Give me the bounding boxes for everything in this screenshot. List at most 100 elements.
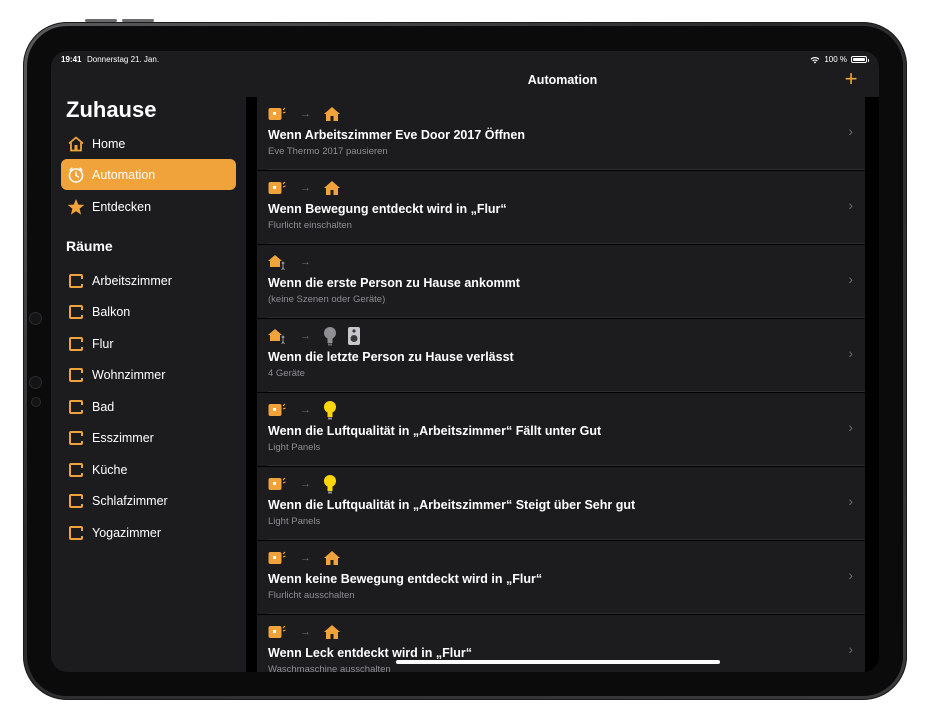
sidebar-item-label: Arbeitszimmer — [92, 273, 172, 288]
row-separator — [268, 317, 865, 318]
automation-subtitle: Light Panels — [268, 516, 321, 527]
arrow-right-icon: → — [300, 256, 311, 268]
automation-subtitle: Flurlicht ausschalten — [268, 590, 355, 601]
automation-row[interactable]: → Wenn die Luftqualität in „Arbeitszimme… — [257, 467, 865, 540]
star-icon — [66, 197, 86, 217]
automation-title: Wenn keine Bewegung entdeckt wird in „Fl… — [268, 572, 543, 586]
sidebar-room-item[interactable]: Bad — [61, 391, 236, 422]
chevron-right-icon: › — [848, 641, 853, 657]
automation-row[interactable]: → Wenn die letzte Person zu Hause verläs… — [257, 319, 865, 392]
automation-row[interactable]: → Wenn Arbeitszimmer Eve Door 2017 Öffne… — [257, 97, 865, 170]
add-automation-button[interactable]: + — [841, 68, 861, 90]
chevron-right-icon: › — [848, 197, 853, 213]
room-icon — [66, 460, 86, 480]
room-icon — [66, 397, 86, 417]
automation-title: Wenn die Luftqualität in „Arbeitszimmer“… — [268, 498, 636, 512]
sidebar-title: Zuhause — [66, 97, 157, 122]
door-sensor-icon — [268, 107, 286, 120]
arrow-right-icon: → — [300, 108, 311, 120]
chevron-right-icon: › — [848, 345, 853, 361]
automation-title: Wenn die letzte Person zu Hause verlässt — [268, 350, 514, 364]
automation-subtitle: Eve Thermo 2017 pausieren — [268, 146, 388, 157]
sidebar-item-label: Wohnzimmer — [92, 367, 166, 382]
status-bar: 19:41 Donnerstag 21. Jan. 100 % — [51, 51, 879, 67]
arrow-right-icon: → — [300, 552, 311, 564]
row-separator — [268, 391, 865, 392]
automation-subtitle: Waschmaschine ausschalten — [268, 664, 391, 672]
sensor-dot — [32, 398, 40, 406]
arrow-right-icon: → — [300, 404, 311, 416]
automation-title: Wenn Leck entdeckt wird in „Flur“ — [268, 646, 472, 660]
row-separator — [268, 613, 865, 614]
motion-sensor-icon — [268, 551, 286, 564]
sidebar-room-item[interactable]: Schlafzimmer — [61, 485, 236, 516]
room-icon — [66, 428, 86, 448]
sidebar-room-item[interactable]: Balkon — [61, 296, 236, 327]
automation-row[interactable]: → Wenn Bewegung entdeckt wird in „Flur“ … — [257, 171, 865, 244]
sidebar-room-item[interactable]: Wohnzimmer — [61, 359, 236, 390]
sidebar-item-label: Schlafzimmer — [92, 493, 168, 508]
row-separator — [268, 243, 865, 244]
screen: 19:41 Donnerstag 21. Jan. 100 % Zuhause … — [51, 51, 879, 672]
lightbulb-off-icon — [324, 327, 336, 346]
sidebar-item-label: Home — [92, 136, 126, 151]
room-icon — [66, 302, 86, 322]
room-icon — [66, 491, 86, 511]
sidebar-item-label: Entdecken — [92, 199, 152, 214]
automation-row[interactable]: → Wenn keine Bewegung entdeckt wird in „… — [257, 541, 865, 614]
sidebar-item-label: Küche — [92, 462, 128, 477]
home-indicator[interactable] — [396, 660, 720, 664]
house-icon — [66, 134, 86, 154]
wifi-icon — [810, 56, 820, 63]
sidebar-room-item[interactable]: Arbeitszimmer — [61, 265, 236, 296]
lightbulb-on-icon — [324, 475, 336, 494]
list-gutter — [865, 97, 879, 672]
automation-row[interactable]: → Wenn die Luftqualität in „Arbeitszimme… — [257, 393, 865, 466]
automation-subtitle: Light Panels — [268, 442, 321, 453]
sidebar-item-automation[interactable]: Automation — [61, 159, 236, 190]
page-title: Automation — [527, 73, 598, 87]
sidebar-item-label: Yogazimmer — [92, 525, 162, 540]
sidebar: Zuhause Home Automation Entdecken Räume … — [51, 51, 246, 672]
chevron-right-icon: › — [848, 123, 853, 139]
sidebar-item-label: Bad — [92, 399, 115, 414]
status-time: 19:41 — [61, 55, 82, 64]
sidebar-room-item[interactable]: Yogazimmer — [61, 517, 236, 548]
sidebar-item-home[interactable]: Home — [61, 128, 236, 159]
sidebar-room-item[interactable]: Flur — [61, 328, 236, 359]
automation-list: → Wenn Arbeitszimmer Eve Door 2017 Öffne… — [246, 97, 879, 672]
sidebar-item-label: Automation — [92, 167, 156, 182]
row-separator — [268, 169, 865, 170]
chevron-right-icon: › — [848, 493, 853, 509]
chevron-right-icon: › — [848, 419, 853, 435]
air-quality-sensor-icon — [268, 477, 286, 490]
volume-down-button-hw — [122, 19, 154, 22]
row-separator — [268, 539, 865, 540]
sidebar-item-label: Esszimmer — [92, 430, 154, 445]
battery-percent: 100 % — [824, 55, 847, 64]
house-icon — [324, 551, 340, 565]
house-icon — [324, 181, 340, 195]
room-icon — [66, 365, 86, 385]
person-leaves-icon — [268, 329, 285, 344]
battery-icon — [851, 56, 869, 63]
automation-row[interactable]: → Wenn die erste Person zu Hause ankommt… — [257, 245, 865, 318]
status-date: Donnerstag 21. Jan. — [87, 55, 160, 64]
sidebar-item-label: Flur — [92, 336, 114, 351]
lightbulb-on-icon — [324, 401, 336, 420]
chevron-right-icon: › — [848, 271, 853, 287]
air-quality-sensor-icon — [268, 403, 286, 416]
sidebar-item-discover[interactable]: Entdecken — [61, 191, 236, 222]
automation-title: Wenn die Luftqualität in „Arbeitszimmer“… — [268, 424, 602, 438]
room-icon — [66, 271, 86, 291]
row-separator — [268, 465, 865, 466]
sidebar-item-label: Balkon — [92, 304, 131, 319]
clock-icon — [66, 165, 86, 185]
sidebar-room-item[interactable]: Esszimmer — [61, 422, 236, 453]
arrow-right-icon: → — [300, 182, 311, 194]
arrow-right-icon: → — [300, 330, 311, 342]
main-panel: Automation + → Wenn Arbeitszimmer Eve Do… — [246, 51, 879, 672]
automation-title: Wenn Arbeitszimmer Eve Door 2017 Öffnen — [268, 128, 526, 142]
sidebar-room-item[interactable]: Küche — [61, 454, 236, 485]
automation-title: Wenn die erste Person zu Hause ankommt — [268, 276, 520, 290]
